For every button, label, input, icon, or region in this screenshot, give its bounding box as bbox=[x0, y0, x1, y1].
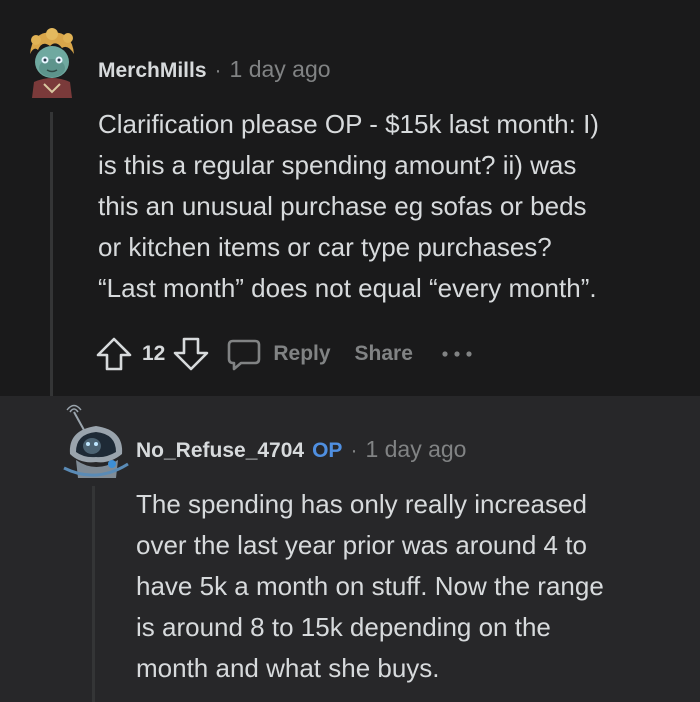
comment-body-line: over the last year prior was around 4 to bbox=[136, 530, 587, 560]
avatar[interactable] bbox=[22, 26, 82, 98]
comment-body-line: is around 8 to 15k depending on the bbox=[136, 612, 551, 642]
comment-body-line: this an unusual purchase eg sofas or bed… bbox=[98, 191, 587, 221]
comment-body: Clarification please OP - $15k last mont… bbox=[98, 104, 678, 309]
comment-body-line: Clarification please OP - $15k last mont… bbox=[98, 109, 599, 139]
comment-actions: 12 Reply Share bbox=[94, 330, 473, 378]
username[interactable]: MerchMills bbox=[98, 59, 207, 83]
vote-count: 12 bbox=[142, 342, 166, 365]
reply-button[interactable]: Reply bbox=[225, 335, 331, 373]
upvote-button[interactable] bbox=[94, 334, 134, 374]
comment-body-line: month and what she buys. bbox=[136, 653, 440, 683]
comment-meta: No_Refuse_4704 OP · 1 day ago bbox=[136, 436, 466, 463]
arrow-down-icon bbox=[174, 337, 209, 371]
share-button[interactable]: Share bbox=[355, 342, 413, 366]
arrow-up-icon bbox=[96, 337, 132, 371]
comment-body: The spending has only really increased o… bbox=[136, 484, 691, 689]
ellipsis-icon bbox=[442, 351, 472, 357]
comment-body-line: is this a regular spending amount? ii) w… bbox=[98, 150, 577, 180]
timestamp[interactable]: 1 day ago bbox=[365, 436, 466, 463]
comment-body-line: have 5k a month on stuff. Now the range bbox=[136, 571, 604, 601]
timestamp[interactable]: 1 day ago bbox=[230, 56, 331, 83]
avatar[interactable] bbox=[62, 402, 130, 478]
downvote-button[interactable] bbox=[171, 334, 211, 374]
comment-meta: MerchMills · 1 day ago bbox=[98, 56, 331, 83]
more-options-button[interactable] bbox=[441, 348, 473, 360]
comment-merchmills: MerchMills · 1 day ago Clarification ple… bbox=[0, 0, 700, 402]
reply-label: Reply bbox=[273, 342, 331, 365]
comment-body-line: or kitchen items or car type purchases? bbox=[98, 232, 552, 262]
thread-collapse-line[interactable] bbox=[50, 112, 53, 402]
username[interactable]: No_Refuse_4704 bbox=[136, 439, 304, 463]
speech-bubble-icon bbox=[228, 339, 261, 371]
comment-body-line: “Last month” does not equal “every month… bbox=[98, 273, 597, 303]
op-badge: OP bbox=[312, 439, 343, 462]
thread-collapse-line[interactable] bbox=[92, 486, 95, 702]
meta-separator: · bbox=[214, 59, 222, 82]
comment-body-line: The spending has only really increased bbox=[136, 489, 587, 519]
meta-separator: · bbox=[350, 439, 358, 462]
